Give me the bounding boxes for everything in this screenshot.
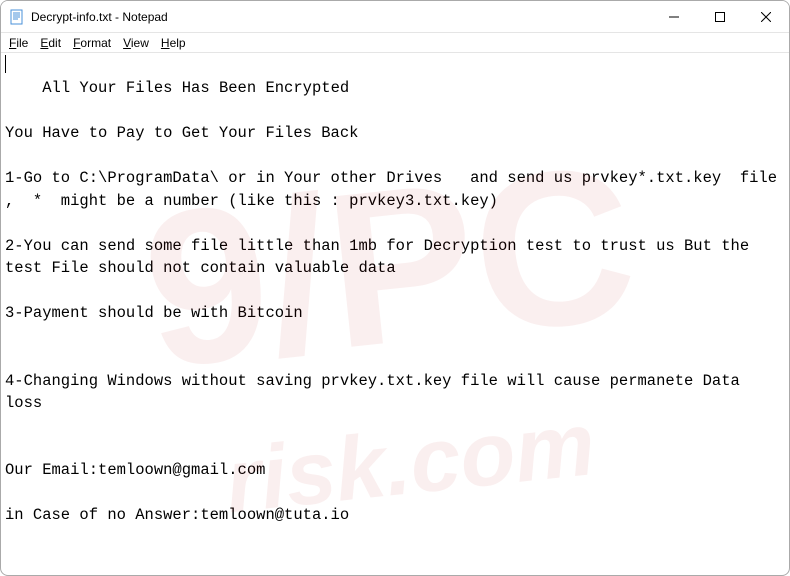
maximize-button[interactable] — [697, 1, 743, 32]
titlebar[interactable]: Decrypt-info.txt - Notepad — [1, 1, 789, 33]
menu-file[interactable]: File — [3, 35, 34, 51]
menu-format[interactable]: Format — [67, 35, 117, 51]
text-area[interactable]: All Your Files Has Been Encrypted You Ha… — [1, 53, 789, 575]
document-text: All Your Files Has Been Encrypted You Ha… — [5, 79, 786, 524]
menu-help[interactable]: Help — [155, 35, 192, 51]
close-button[interactable] — [743, 1, 789, 32]
minimize-button[interactable] — [651, 1, 697, 32]
window-controls — [651, 1, 789, 32]
window-title: Decrypt-info.txt - Notepad — [31, 10, 651, 24]
text-caret — [5, 55, 6, 73]
notepad-window: Decrypt-info.txt - Notepad File Edit For… — [0, 0, 790, 576]
menubar: File Edit Format View Help — [1, 33, 789, 53]
menu-view[interactable]: View — [117, 35, 155, 51]
menu-edit[interactable]: Edit — [34, 35, 67, 51]
notepad-icon — [9, 9, 25, 25]
